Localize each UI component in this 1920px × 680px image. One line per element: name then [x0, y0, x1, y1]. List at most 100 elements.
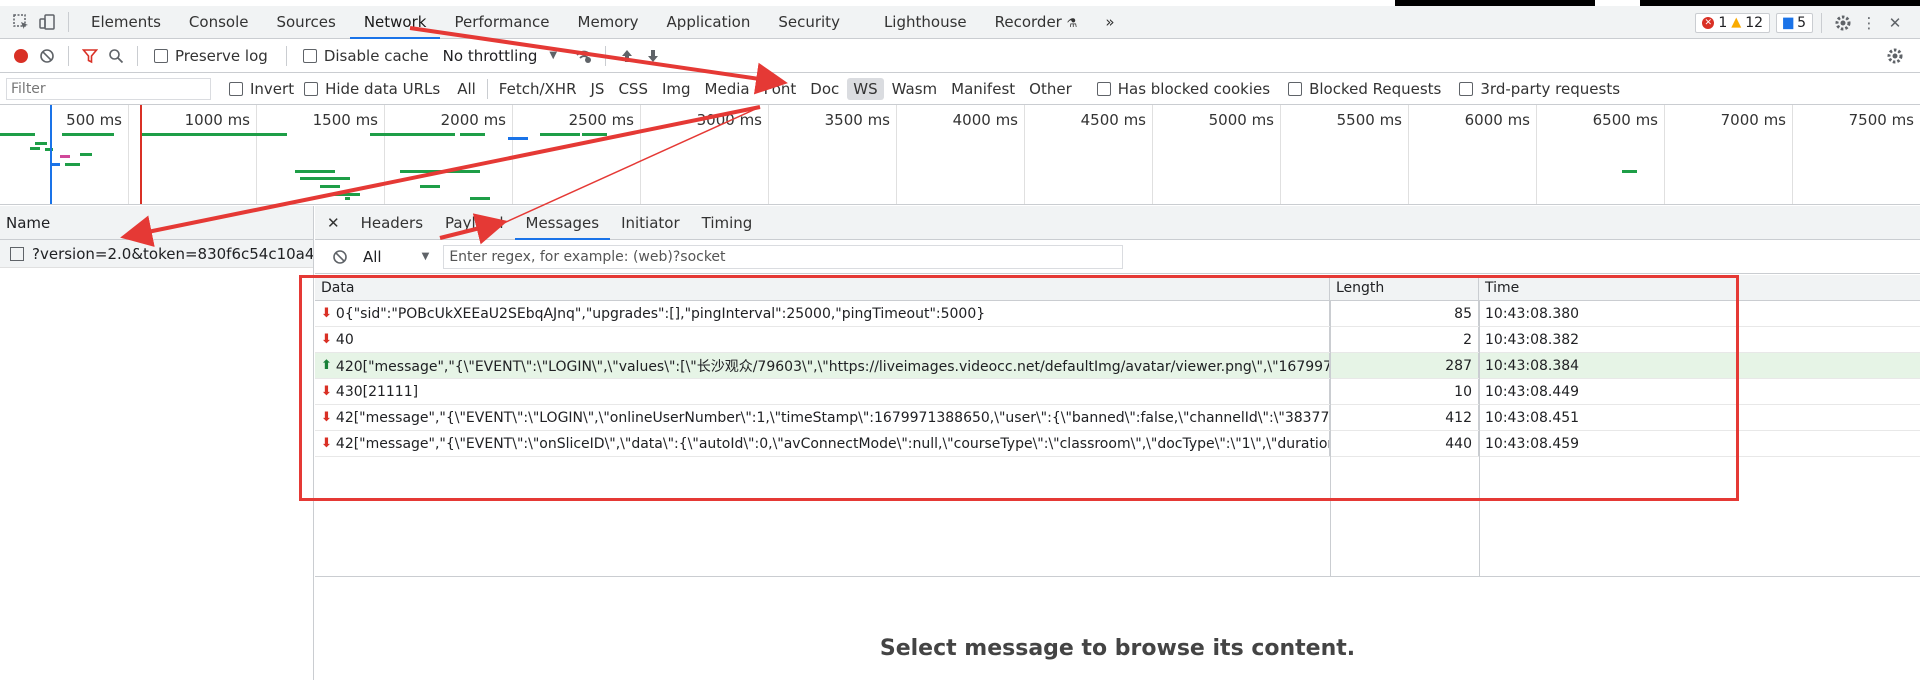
messages-toolbar: All ▼ [315, 240, 1920, 274]
divider [285, 45, 287, 66]
column-header-time[interactable]: Time [1479, 275, 1920, 300]
tab-application[interactable]: Application [653, 6, 765, 39]
timeline-tick-label: 4000 ms [952, 111, 1018, 129]
timeline-tick-label: 1000 ms [184, 111, 250, 129]
sent-arrow-icon: ⬆ [321, 358, 332, 373]
tab-network[interactable]: Network [349, 6, 441, 39]
filter-type-font[interactable]: Font [758, 78, 803, 100]
message-time: 10:43:08.384 [1485, 357, 1580, 374]
tab-performance[interactable]: Performance [440, 6, 563, 39]
blocked-requests-checkbox[interactable]: Blocked Requests [1288, 80, 1441, 98]
messages-table: Data Length Time ⬇ 0{"sid":"POBcUkXEEaU2S… [315, 275, 1920, 577]
filter-type-fetch-xhr[interactable]: Fetch/XHR [493, 78, 583, 100]
tab-security[interactable]: Security [764, 6, 870, 39]
timeline-tick-label: 7500 ms [1848, 111, 1914, 129]
waterfall-bar [110, 133, 114, 136]
filter-type-css[interactable]: CSS [612, 78, 654, 100]
timeline-tick-label: 4500 ms [1080, 111, 1146, 129]
throttling-select[interactable]: No throttling ▼ [443, 47, 557, 65]
network-conditions-icon[interactable] [571, 43, 597, 69]
device-toolbar-icon[interactable] [34, 9, 60, 35]
waterfall-bar [35, 142, 47, 145]
waterfall-bar [0, 133, 35, 136]
import-har-icon[interactable] [614, 43, 640, 69]
filter-type-other[interactable]: Other [1023, 78, 1078, 100]
search-icon[interactable] [103, 43, 129, 69]
tab-lighthouse[interactable]: Lighthouse [870, 6, 981, 39]
waterfall-bar [400, 170, 480, 173]
waterfall-bar [1622, 170, 1637, 173]
regex-filter-input[interactable] [443, 244, 1124, 269]
invert-checkbox[interactable]: Invert [229, 80, 294, 98]
timeline-tick-label: 500 ms [66, 111, 122, 129]
waterfall-bar [420, 185, 440, 188]
received-arrow-icon: ⬇ [321, 384, 332, 399]
filter-type-js[interactable]: JS [585, 78, 611, 100]
request-name: ?version=2.0&token=830f6c54c10a406... [32, 244, 313, 263]
tab-messages[interactable]: Messages [514, 206, 611, 240]
preserve-log-checkbox[interactable]: Preserve log [154, 47, 268, 65]
message-row[interactable]: ⬇ 42["message","{\"EVENT\":\"onSliceID\",… [315, 431, 1920, 457]
record-icon[interactable] [8, 43, 34, 69]
message-row[interactable]: ⬇ 42["message","{\"EVENT\":\"LOGIN\",\"on… [315, 405, 1920, 431]
timeline-gridline [512, 105, 513, 204]
flask-icon: ⚗ [1066, 15, 1078, 30]
more-tabs-button[interactable]: » [1091, 6, 1128, 39]
clear-messages-icon[interactable] [327, 244, 353, 270]
third-party-requests-checkbox[interactable]: 3rd-party requests [1459, 80, 1620, 98]
close-devtools-icon[interactable]: ✕ [1882, 10, 1908, 36]
filter-type-wasm[interactable]: Wasm [886, 78, 944, 100]
messages-badge[interactable]: ▆ 5 [1776, 12, 1813, 33]
tab-initiator[interactable]: Initiator [610, 206, 691, 240]
inspect-element-icon[interactable] [8, 9, 34, 35]
tab-payload[interactable]: Payload [434, 206, 515, 240]
close-detail-icon[interactable]: ✕ [323, 206, 350, 240]
tab-recorder[interactable]: Recorder ⚗ [981, 6, 1092, 39]
settings-gear-icon[interactable] [1830, 10, 1856, 36]
filter-type-ws[interactable]: WS [847, 77, 884, 100]
message-row[interactable]: ⬇ 0{"sid":"POBcUkXEEaU2SEbqAJnq","upgrade… [315, 301, 1920, 327]
message-data-text: 42["message","{\"EVENT\":\"LOGIN\",\"onl… [335, 409, 1330, 426]
tab-timing[interactable]: Timing [691, 206, 764, 240]
tab-console[interactable]: Console [175, 6, 263, 39]
filter-funnel-icon[interactable] [77, 43, 103, 69]
name-column-header[interactable]: Name [0, 206, 313, 240]
network-toolbar: Preserve log Disable cache No throttling… [0, 39, 1920, 73]
devtools-tab-bar: Elements Console Sources Network Perform… [0, 6, 1920, 39]
has-blocked-cookies-label: Has blocked cookies [1117, 79, 1271, 98]
has-blocked-cookies-checkbox[interactable]: Has blocked cookies [1096, 79, 1271, 98]
column-header-length[interactable]: Length [1330, 275, 1479, 300]
tab-sources[interactable]: Sources [262, 6, 349, 39]
message-row[interactable]: ⬇ 430[21111] 10 10:43:08.449 [315, 379, 1920, 405]
load-event-marker [140, 105, 142, 204]
column-header-data[interactable]: Data [315, 275, 1330, 300]
export-har-icon[interactable] [640, 43, 666, 69]
clear-icon[interactable] [34, 43, 60, 69]
filter-type-doc[interactable]: Doc [804, 78, 845, 100]
message-row[interactable]: ⬇ 40 2 10:43:08.382 [315, 327, 1920, 353]
filter-type-img[interactable]: Img [656, 78, 697, 100]
error-warning-badge[interactable]: ✕ 1 ▲ 12 [1695, 12, 1771, 33]
message-row[interactable]: ⬆ 420["message","{\"EVENT\":\"LOGIN\",\"v… [315, 353, 1920, 379]
waterfall-bar [540, 133, 580, 136]
request-list-panel: Name ?version=2.0&token=830f6c54c10a406.… [0, 206, 314, 680]
message-type-value: All [363, 247, 382, 266]
tab-memory[interactable]: Memory [564, 6, 653, 39]
tab-headers[interactable]: Headers [350, 206, 434, 240]
filter-input[interactable] [6, 77, 211, 100]
filter-type-manifest[interactable]: Manifest [945, 78, 1021, 100]
request-row[interactable]: ?version=2.0&token=830f6c54c10a406... [0, 240, 313, 268]
received-arrow-icon: ⬇ [321, 436, 332, 451]
disable-cache-checkbox[interactable]: Disable cache [302, 47, 429, 65]
websocket-file-icon [10, 246, 24, 261]
network-overview-timeline[interactable]: 500 ms 1000 ms 1500 ms 2000 ms 2500 ms 3000 m… [0, 105, 1920, 205]
tab-elements[interactable]: Elements [77, 6, 175, 39]
hide-data-urls-checkbox[interactable]: Hide data URLs [304, 80, 440, 98]
message-type-select[interactable]: All ▼ [363, 248, 429, 266]
divider [605, 45, 607, 66]
divider [68, 45, 69, 66]
filter-type-media[interactable]: Media [699, 78, 756, 100]
network-settings-gear-icon[interactable] [1882, 43, 1908, 69]
more-options-icon[interactable]: ⋮ [1856, 10, 1882, 36]
filter-type-all[interactable]: All [451, 78, 482, 100]
